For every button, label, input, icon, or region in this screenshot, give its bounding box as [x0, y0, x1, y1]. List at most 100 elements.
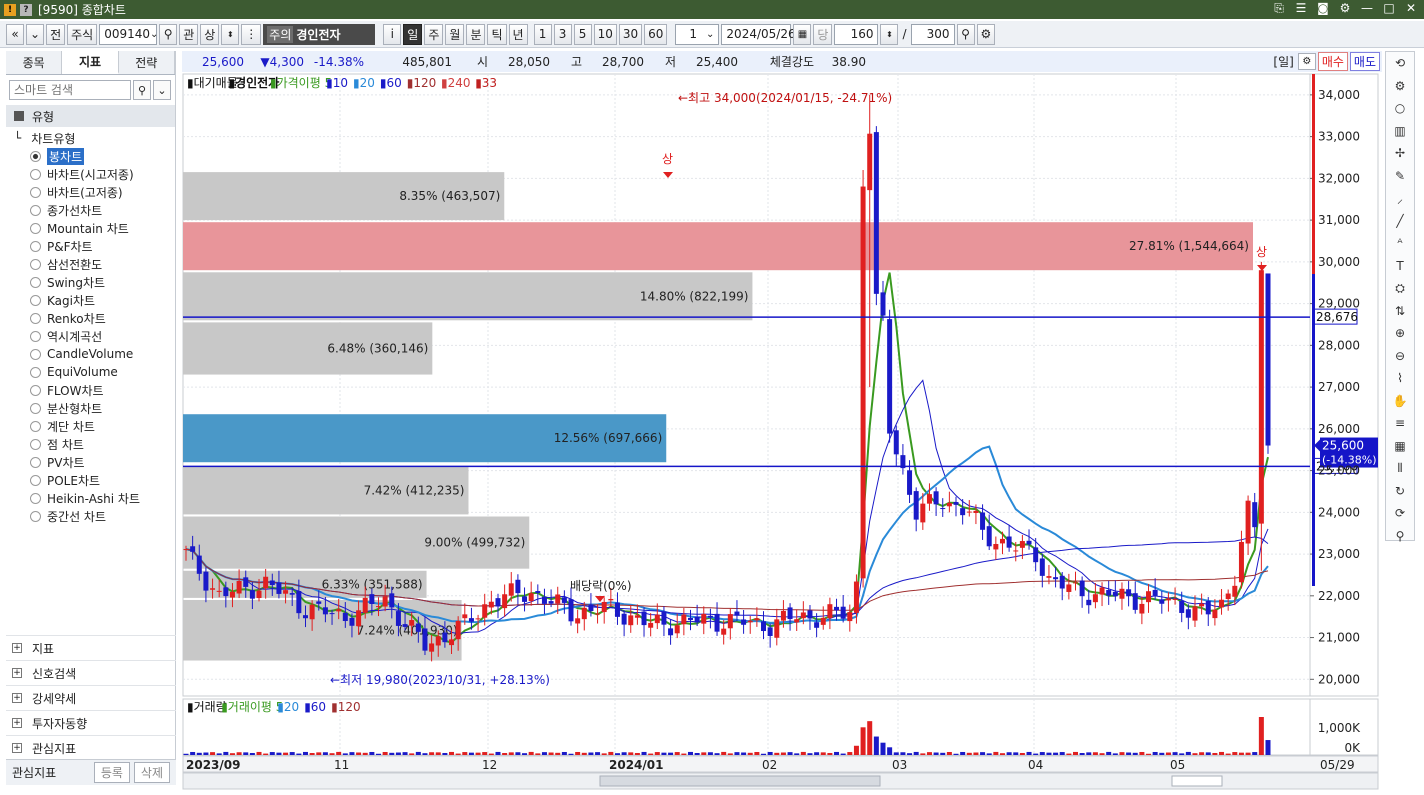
- volume-bar: [508, 752, 514, 755]
- price-chart[interactable]: 8.35% (463,507) 27.81% (1,544,664) 14.80% …: [0, 0, 1424, 795]
- magnify-icon[interactable]: ⚲: [1386, 525, 1414, 548]
- volume-tick-label: 0K: [1344, 741, 1361, 755]
- volume-bar: [495, 751, 501, 755]
- candle-body: [1026, 540, 1032, 545]
- candle-body: [654, 614, 660, 624]
- line-icon[interactable]: ╱: [1386, 210, 1414, 233]
- candle-body: [1258, 270, 1264, 524]
- volume-bar: [210, 752, 216, 755]
- y-tick-label: 20,000: [1318, 672, 1360, 686]
- volume-bar: [541, 752, 547, 755]
- candle-body: [190, 546, 196, 552]
- volume-bar: [787, 752, 793, 755]
- y-tick-label: 30,000: [1318, 255, 1360, 269]
- candle-body: [767, 627, 773, 636]
- candle-body: [1126, 589, 1132, 597]
- candle-body: [376, 606, 382, 608]
- candle-body: [761, 621, 767, 632]
- y-tick-label: 22,000: [1318, 589, 1360, 603]
- legend-item: ▮120: [331, 700, 361, 714]
- volume-bar: [1013, 752, 1019, 755]
- text-icon[interactable]: T: [1386, 255, 1414, 278]
- candle-body: [834, 606, 840, 611]
- auto-icon[interactable]: ᴬ: [1386, 232, 1414, 255]
- volume-bar: [993, 751, 999, 755]
- volume-bar: [727, 753, 733, 755]
- volume-bar: [402, 752, 408, 755]
- volume-bar: [588, 752, 594, 755]
- volume-bar: [1112, 753, 1118, 755]
- candle-body: [960, 508, 966, 516]
- volume-bar: [309, 752, 315, 755]
- volume-bar: [395, 752, 401, 755]
- compare-icon[interactable]: ⇅: [1386, 300, 1414, 323]
- bar-chart-icon[interactable]: ▥: [1386, 120, 1414, 143]
- candle-body: [721, 628, 727, 635]
- candle-body: [1099, 587, 1105, 595]
- upper-limit-mark: 상: [662, 152, 673, 166]
- volume-bar: [1072, 751, 1078, 755]
- volume-bar: [342, 753, 348, 755]
- vertical-icon[interactable]: ⦀: [1386, 457, 1414, 480]
- candle-body: [203, 571, 209, 591]
- candle-body: [183, 549, 189, 551]
- volume-bar: [608, 751, 614, 755]
- volume-bar: [322, 752, 328, 755]
- candle-body: [1139, 603, 1145, 614]
- volume-bar: [741, 752, 747, 755]
- y-tick-label: 26,000: [1318, 422, 1360, 436]
- grid-icon[interactable]: ▦: [1386, 435, 1414, 458]
- pattern-icon[interactable]: ⌇: [1386, 367, 1414, 390]
- fibo-icon[interactable]: ≡: [1386, 412, 1414, 435]
- candle-body: [814, 622, 820, 628]
- candle-body: [1265, 273, 1271, 446]
- candle-body: [561, 597, 567, 603]
- crosshair-icon[interactable]: ✢: [1386, 142, 1414, 165]
- candle-body: [455, 620, 461, 640]
- volume-bar: [216, 753, 222, 755]
- reset-icon[interactable]: ⟳: [1386, 502, 1414, 525]
- brush-icon[interactable]: ⸝: [1386, 187, 1414, 210]
- candle-body: [1212, 609, 1218, 619]
- zoom-in-icon[interactable]: ⊕: [1386, 322, 1414, 345]
- candle-body: [820, 617, 826, 625]
- stamp-icon[interactable]: ⛭: [1386, 277, 1414, 300]
- rotate-icon[interactable]: ↻: [1386, 480, 1414, 503]
- candle-body: [694, 616, 700, 623]
- zoom-out-icon[interactable]: ⊖: [1386, 345, 1414, 368]
- volume-bar: [236, 752, 242, 755]
- price-axis-bar-up: [1312, 74, 1315, 274]
- candle-body: [840, 606, 846, 619]
- gear-icon[interactable]: ⚙: [1386, 75, 1414, 98]
- volume-bar: [283, 752, 289, 755]
- candle-body: [522, 596, 528, 602]
- circle-icon[interactable]: ○: [1386, 97, 1414, 120]
- candle-body: [1119, 588, 1125, 599]
- volume-bar: [389, 752, 395, 755]
- refresh-icon[interactable]: ⟲: [1386, 52, 1414, 75]
- volume-bar: [1185, 751, 1191, 755]
- volume-bar: [907, 753, 913, 755]
- pen-icon[interactable]: ✎: [1386, 165, 1414, 188]
- volume-bar: [203, 752, 209, 755]
- candle-body: [249, 590, 255, 599]
- candle-body: [223, 587, 229, 597]
- volume-bar: [581, 752, 587, 755]
- candle-body: [1172, 598, 1178, 600]
- candle-body: [475, 618, 481, 620]
- candle-body: [243, 577, 249, 587]
- hand-icon[interactable]: ✋: [1386, 390, 1414, 413]
- candle-body: [502, 594, 508, 609]
- candle-body: [986, 526, 992, 547]
- y-tick-label: 23,000: [1318, 547, 1360, 561]
- candle-body: [395, 611, 401, 626]
- volume-bar: [800, 751, 806, 755]
- volume-bar: [747, 752, 753, 755]
- volume-bar: [853, 745, 859, 755]
- candle-body: [568, 599, 574, 622]
- candle-body: [1086, 599, 1092, 606]
- candle-body: [1079, 580, 1085, 597]
- level-label: 28,676: [1316, 310, 1358, 324]
- volume-bar: [1232, 752, 1238, 755]
- volume-profile-bar: [183, 222, 1253, 271]
